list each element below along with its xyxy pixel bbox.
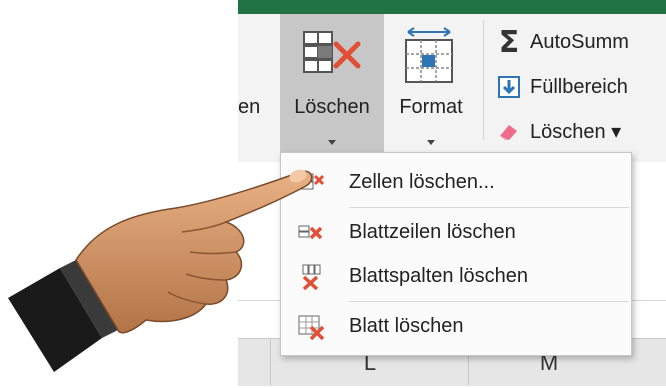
pointing-hand-icon [8,169,313,372]
clear-label: Löschen ▾ [530,120,622,143]
ribbon-accent-bar [238,0,666,14]
format-button-label: Format [399,96,463,118]
menu-item-label: Blattspalten löschen [349,265,529,287]
clear-button[interactable]: Löschen ▾ [496,113,621,149]
menu-item-label: Zellen löschen... [349,171,495,193]
format-button[interactable]: Format [384,14,478,154]
sigma-icon: Σ [498,24,520,60]
fill-label: Füllbereich [530,75,628,98]
delete-cells-icon [303,31,361,73]
fill-button[interactable]: Füllbereich [496,69,628,105]
menu-item-label: Blatt löschen [349,315,464,337]
menu-separator [349,207,629,208]
delete-button-label: Löschen [294,96,370,118]
format-icon [405,27,453,83]
menu-separator [349,301,629,302]
chevron-down-icon [427,140,435,145]
eraser-icon [496,118,522,144]
ribbon-separator [483,20,484,140]
chevron-down-icon [328,140,336,145]
ribbon-cut-label: en [238,96,261,118]
fill-down-icon [496,74,522,100]
autosum-label: AutoSumm [530,30,629,53]
delete-button[interactable]: Löschen [280,14,384,154]
menu-item-label: Blattzeilen löschen [349,221,516,243]
autosum-button[interactable]: Σ AutoSumm [496,24,629,60]
